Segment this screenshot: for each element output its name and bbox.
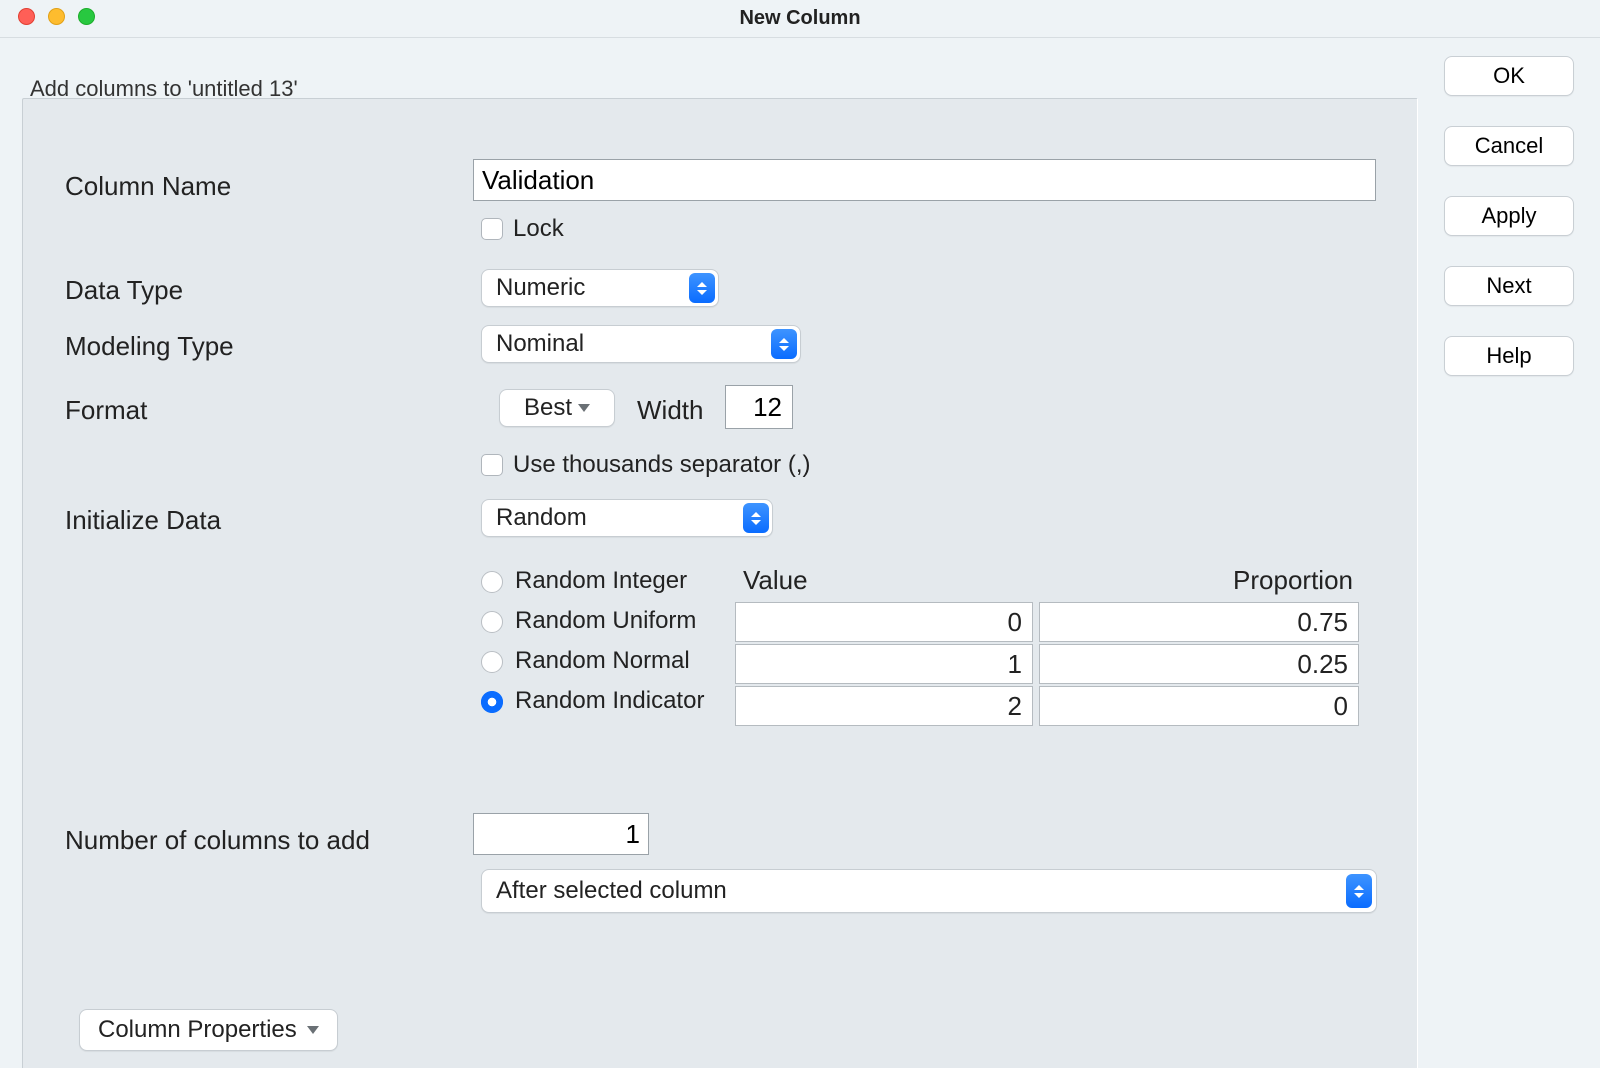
random-integer-label: Random Integer <box>515 567 687 594</box>
table-row: 0 0.75 <box>735 602 1361 642</box>
close-window-icon[interactable] <box>18 8 35 25</box>
lock-checkbox[interactable] <box>481 218 503 240</box>
initialize-data-value: Random <box>496 504 587 532</box>
table-row: 1 0.25 <box>735 644 1361 684</box>
modeling-type-label: Modeling Type <box>65 331 445 362</box>
modeling-type-value: Nominal <box>496 330 584 358</box>
chevrons-icon <box>771 329 797 359</box>
initialize-data-select[interactable]: Random <box>481 499 773 537</box>
maximize-window-icon[interactable] <box>78 8 95 25</box>
chevrons-icon <box>743 503 769 533</box>
chevron-down-icon <box>578 404 590 412</box>
format-select[interactable]: Best <box>499 389 615 427</box>
data-type-select[interactable]: Numeric <box>481 269 719 307</box>
value-cell[interactable]: 0 <box>735 602 1033 642</box>
column-position-select[interactable]: After selected column <box>481 869 1377 913</box>
cancel-button[interactable]: Cancel <box>1444 126 1574 166</box>
column-properties-label: Column Properties <box>98 1016 297 1044</box>
apply-button[interactable]: Apply <box>1444 196 1574 236</box>
width-label: Width <box>637 395 703 426</box>
column-position-value: After selected column <box>496 877 727 905</box>
random-indicator-label: Random Indicator <box>515 687 704 714</box>
window-controls <box>18 8 95 25</box>
proportion-cell[interactable]: 0 <box>1039 686 1359 726</box>
help-button[interactable]: Help <box>1444 336 1574 376</box>
lock-row: Lock <box>481 215 564 243</box>
main-panel: Column Name Lock Data Type Numeric Model… <box>22 98 1418 1068</box>
column-properties-button[interactable]: Column Properties <box>79 1009 338 1051</box>
chevron-down-icon <box>307 1026 319 1034</box>
num-columns-input[interactable] <box>473 813 649 855</box>
format-value: Best <box>524 394 572 422</box>
modeling-type-select[interactable]: Nominal <box>481 325 801 363</box>
value-cell[interactable]: 2 <box>735 686 1033 726</box>
value-column-header: Value <box>735 565 1033 602</box>
random-uniform-label: Random Uniform <box>515 607 696 634</box>
thousands-row: Use thousands separator (,) <box>481 451 810 479</box>
minimize-window-icon[interactable] <box>48 8 65 25</box>
chevrons-icon <box>1346 874 1372 908</box>
random-indicator-radio[interactable]: Random Indicator <box>481 687 704 715</box>
column-name-input[interactable] <box>473 159 1376 201</box>
proportion-cell[interactable]: 0.75 <box>1039 602 1359 642</box>
random-normal-radio[interactable]: Random Normal <box>481 647 704 675</box>
proportion-column-header: Proportion <box>1041 565 1361 602</box>
thousands-label: Use thousands separator (,) <box>513 451 810 479</box>
window-titlebar: New Column <box>0 0 1600 38</box>
column-name-label: Column Name <box>65 171 445 202</box>
window-title: New Column <box>739 7 860 30</box>
random-integer-radio[interactable]: Random Integer <box>481 567 704 595</box>
width-input[interactable] <box>725 385 793 429</box>
chevrons-icon <box>689 273 715 303</box>
value-proportion-table: Value Proportion 0 0.75 1 0.25 2 0 <box>735 565 1361 726</box>
random-normal-label: Random Normal <box>515 647 690 674</box>
initialize-data-label: Initialize Data <box>65 505 445 536</box>
format-label: Format <box>65 395 445 426</box>
proportion-cell[interactable]: 0.25 <box>1039 644 1359 684</box>
random-type-radio-group: Random Integer Random Uniform Random Nor… <box>481 567 704 715</box>
lock-label: Lock <box>513 215 564 243</box>
data-type-value: Numeric <box>496 274 585 302</box>
value-cell[interactable]: 1 <box>735 644 1033 684</box>
next-button[interactable]: Next <box>1444 266 1574 306</box>
ok-button[interactable]: OK <box>1444 56 1574 96</box>
right-button-rail: OK Cancel Apply Next Help <box>1444 56 1574 376</box>
table-row: 2 0 <box>735 686 1361 726</box>
random-uniform-radio[interactable]: Random Uniform <box>481 607 704 635</box>
data-type-label: Data Type <box>65 275 445 306</box>
num-columns-label: Number of columns to add <box>65 825 465 856</box>
thousands-checkbox[interactable] <box>481 454 503 476</box>
